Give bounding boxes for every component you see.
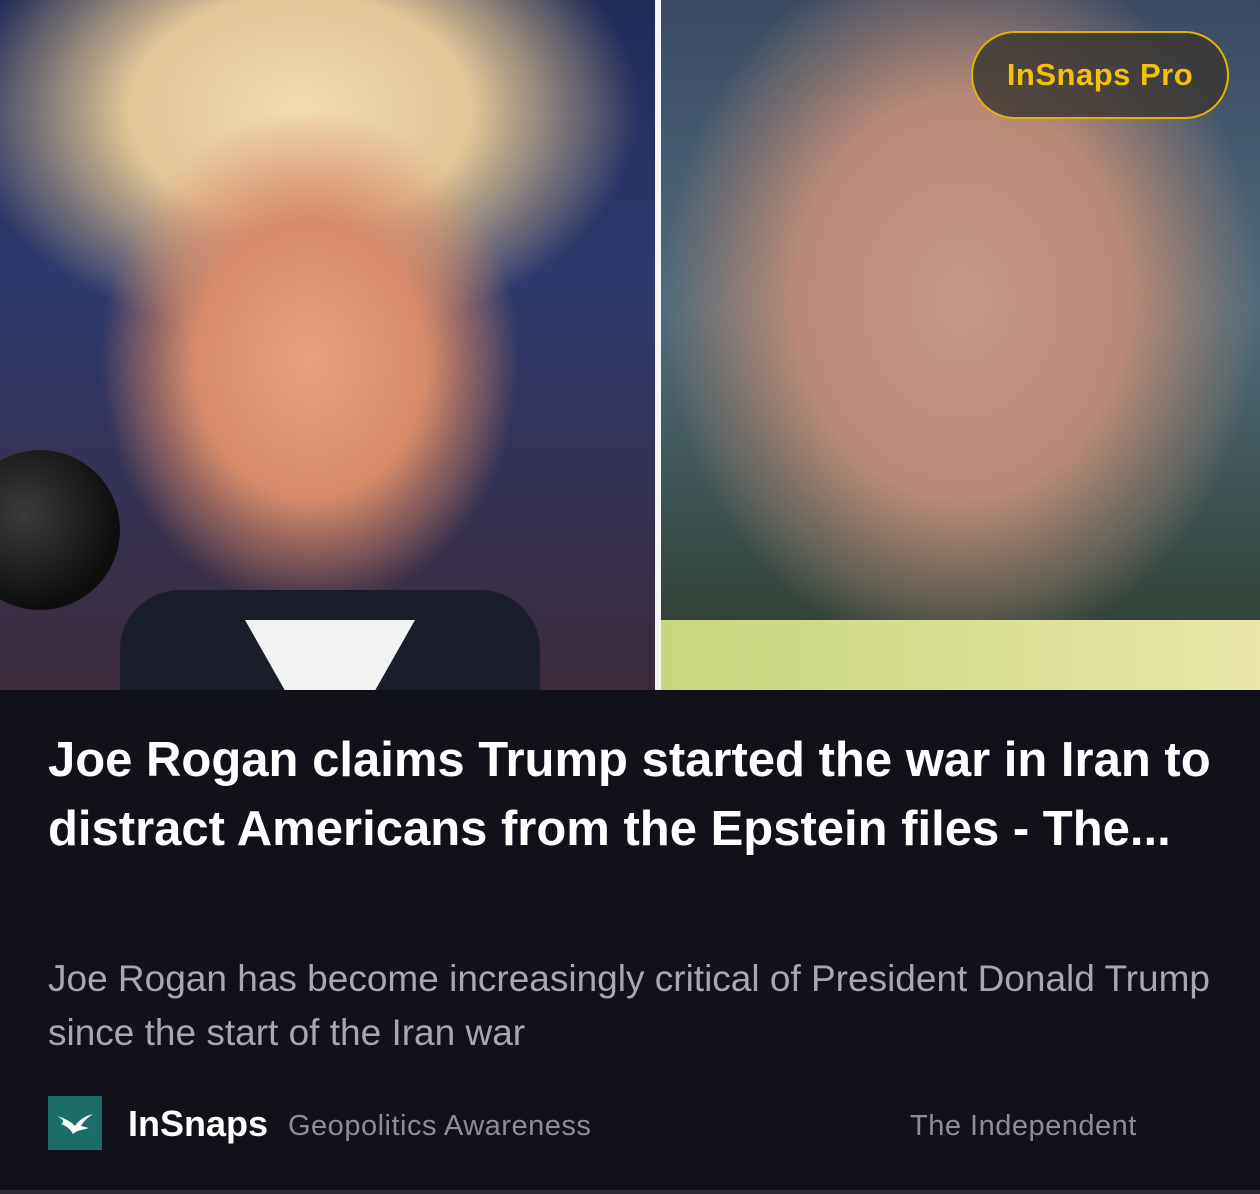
- article-content: Joe Rogan claims Trump started the war i…: [0, 690, 1260, 1194]
- source-label[interactable]: The Independent: [910, 1108, 1137, 1144]
- insnaps-pro-label: InSnaps Pro: [1006, 57, 1194, 92]
- microphone: [0, 450, 120, 610]
- bottom-divider: [0, 1190, 1260, 1194]
- bird-icon: [57, 1114, 93, 1134]
- category-label[interactable]: Geopolitics Awareness: [288, 1108, 591, 1144]
- news-card[interactable]: InSnaps Pro Joe Rogan claims Trump start…: [0, 0, 1260, 1194]
- article-summary: Joe Rogan has become increasingly critic…: [48, 958, 1210, 1053]
- article-footer: InSnaps Geopolitics Awareness The Indepe…: [48, 1094, 1218, 1150]
- article-headline[interactable]: Joe Rogan claims Trump started the war i…: [48, 726, 1218, 864]
- photo-left: [0, 0, 655, 690]
- insnaps-pro-badge[interactable]: InSnaps Pro: [971, 31, 1229, 119]
- brand-name[interactable]: InSnaps: [128, 1104, 268, 1144]
- insnaps-logo[interactable]: [48, 1096, 102, 1150]
- hero-image[interactable]: InSnaps Pro: [0, 0, 1260, 690]
